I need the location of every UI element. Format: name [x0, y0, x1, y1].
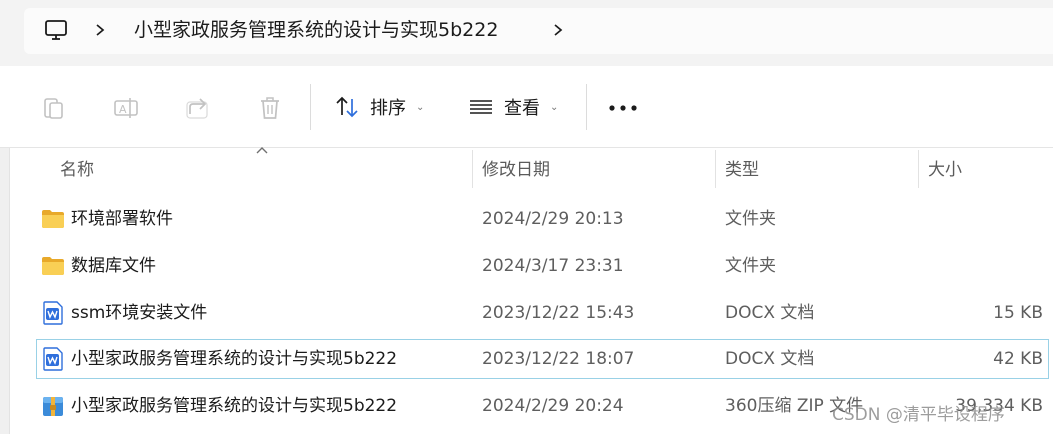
file-modified: 2024/2/29 20:13: [482, 209, 624, 229]
file-modified: 2023/12/22 18:07: [482, 349, 635, 369]
sort-label: 排序: [370, 98, 406, 119]
file-name[interactable]: ssm环境安装文件: [71, 301, 207, 325]
file-row-selected[interactable]: 小型家政服务管理系统的设计与实现5b222 2023/12/22 18:07 D…: [36, 339, 1049, 379]
column-divider[interactable]: [715, 150, 716, 188]
file-type: 文件夹: [725, 256, 776, 276]
rename-icon[interactable]: A: [112, 94, 140, 122]
sort-ascending-icon: [256, 147, 268, 154]
file-row[interactable]: ssm环境安装文件 2023/12/22 15:43 DOCX 文档 15 KB: [36, 293, 1049, 333]
folder-icon: [42, 210, 64, 228]
file-type: DOCX 文档: [725, 349, 815, 369]
file-modified: 2023/12/22 15:43: [482, 303, 635, 323]
breadcrumb-current-folder[interactable]: 小型家政服务管理系统的设计与实现5b222: [134, 16, 498, 44]
column-divider[interactable]: [918, 150, 919, 188]
file-name[interactable]: 小型家政服务管理系统的设计与实现5b222: [71, 347, 397, 371]
view-button[interactable]: 查看 ⌄: [468, 90, 558, 124]
file-name[interactable]: 环境部署软件: [71, 207, 173, 231]
file-modified: 2024/2/29 20:24: [482, 396, 624, 416]
file-type: DOCX 文档: [725, 303, 815, 323]
this-pc-icon[interactable]: [44, 18, 68, 42]
column-header-modified[interactable]: 修改日期: [482, 157, 550, 183]
column-header-name[interactable]: 名称: [60, 157, 94, 183]
delete-icon[interactable]: [256, 94, 284, 122]
svg-text:A: A: [119, 103, 127, 116]
file-name[interactable]: 小型家政服务管理系统的设计与实现5b222: [71, 394, 397, 418]
zip-archive-icon: [43, 397, 63, 416]
chevron-down-icon: ⌄: [550, 101, 559, 113]
file-name[interactable]: 数据库文件: [71, 254, 156, 278]
chevron-right-icon[interactable]: [94, 20, 106, 40]
more-icon[interactable]: [608, 104, 638, 112]
file-modified: 2024/3/17 23:31: [482, 256, 624, 276]
chevron-down-icon: ⌄: [416, 101, 425, 113]
sort-button[interactable]: 排序 ⌄: [334, 90, 424, 124]
file-type: 文件夹: [725, 209, 776, 229]
toolbar-divider: [586, 84, 587, 130]
column-header-type[interactable]: 类型: [725, 157, 759, 183]
view-label: 查看: [504, 98, 540, 119]
watermark-text: CSDN @清平毕设程序: [832, 405, 1005, 425]
copy-icon[interactable]: [40, 94, 68, 122]
view-icon: [470, 100, 492, 114]
chevron-right-icon[interactable]: [552, 20, 564, 40]
file-row[interactable]: 环境部署软件 2024/2/29 20:13 文件夹: [36, 199, 1049, 239]
column-header-size[interactable]: 大小: [928, 157, 962, 183]
file-size: 15 KB: [993, 303, 1043, 323]
file-row[interactable]: 数据库文件 2024/3/17 23:31 文件夹: [36, 246, 1049, 286]
toolbar-divider: [310, 84, 311, 130]
folder-icon: [42, 257, 64, 275]
share-icon[interactable]: [184, 94, 212, 122]
column-divider[interactable]: [472, 150, 473, 188]
wps-doc-icon: [43, 347, 63, 371]
sort-icon: [336, 96, 358, 118]
wps-doc-icon: [43, 301, 63, 325]
file-size: 42 KB: [993, 349, 1043, 369]
navigation-pane-edge: [0, 148, 10, 434]
